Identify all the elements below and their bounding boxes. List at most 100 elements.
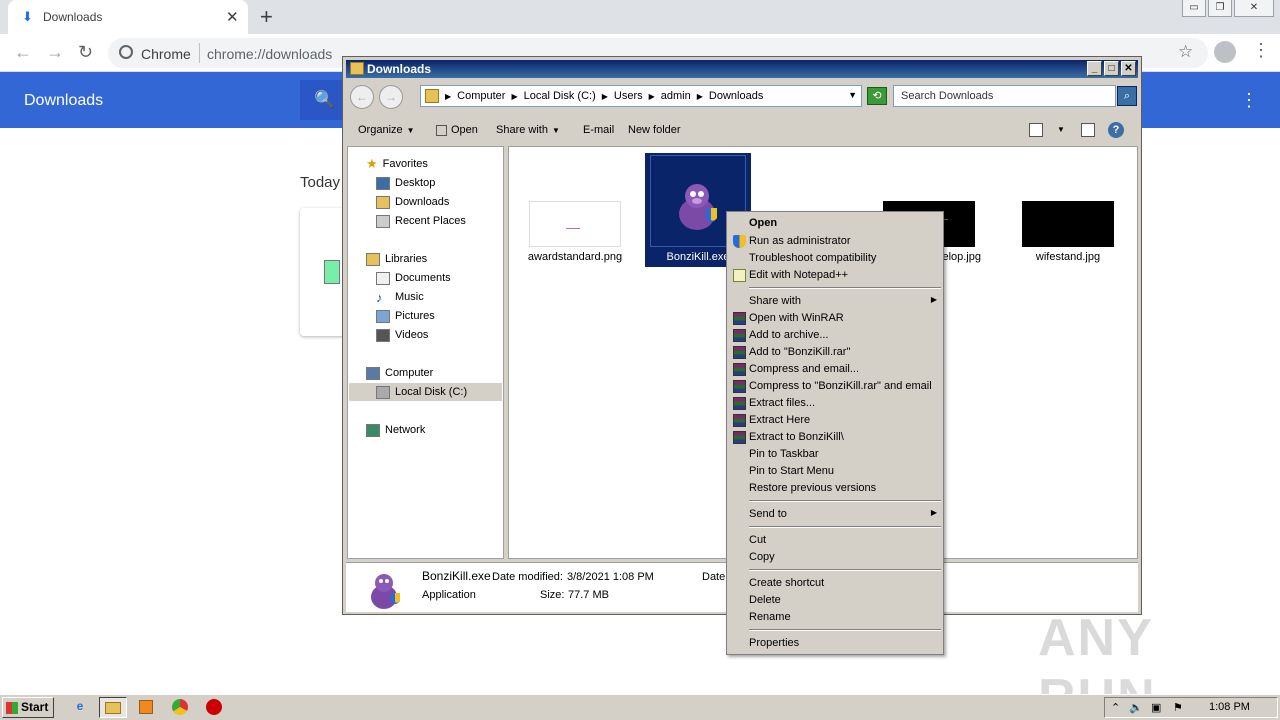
refresh-icon[interactable]: ⟲ — [867, 87, 887, 105]
file-item[interactable]: wifestand.jpg — [1014, 201, 1122, 263]
change-view-icon[interactable] — [1029, 123, 1043, 137]
menu-item-send-to[interactable]: Send to ▶ — [727, 506, 943, 523]
chevron-right-icon[interactable]: ▶ — [511, 90, 517, 103]
breadcrumb-local-disk[interactable]: Local Disk (C:) — [524, 90, 596, 103]
taskbar-explorer-icon[interactable] — [99, 697, 127, 718]
close-tab-icon[interactable]: ✕ — [226, 8, 239, 26]
menu-item-cut[interactable]: Cut — [727, 532, 943, 549]
menu-label: Rename — [749, 611, 791, 623]
chevron-right-icon[interactable]: ▶ — [649, 90, 655, 103]
breadcrumb-users[interactable]: Users — [614, 90, 643, 103]
nav-local-disk[interactable]: Local Disk (C:) — [349, 383, 502, 401]
nav-music[interactable]: ♪ Music — [376, 288, 424, 306]
forward-button[interactable]: → — [379, 85, 403, 109]
chrome-menu-icon[interactable]: ⋮ — [1252, 40, 1270, 61]
address-bar[interactable]: ▶ Computer ▶ Local Disk (C:) ▶ Users ▶ a… — [420, 85, 862, 107]
nav-desktop[interactable]: Desktop — [376, 174, 435, 192]
menu-item-share-with[interactable]: Share with ▶ — [727, 293, 943, 310]
nav-recent-places[interactable]: Recent Places — [376, 212, 466, 230]
menu-item-open[interactable]: Open — [727, 215, 943, 232]
taskbar-ie-icon[interactable]: e — [66, 697, 94, 718]
menu-label: Troubleshoot compatibility — [749, 252, 877, 264]
chevron-down-icon[interactable]: ▼ — [848, 90, 857, 100]
menu-item-extract-here[interactable]: Extract Here — [727, 412, 943, 429]
menu-item-create-shortcut[interactable]: Create shortcut — [727, 575, 943, 592]
nav-pictures[interactable]: Pictures — [376, 307, 435, 325]
reload-button[interactable]: ↻ — [78, 42, 93, 63]
restore-button[interactable]: ❐ — [1208, 0, 1232, 17]
menu-item-delete[interactable]: Delete — [727, 592, 943, 609]
new-folder-button[interactable]: New folder — [628, 124, 681, 136]
open-label: Open — [451, 124, 478, 136]
chevron-right-icon[interactable]: ▶ — [445, 90, 451, 103]
menu-item-compress-rar-email[interactable]: Compress to "BonziKill.rar" and email — [727, 378, 943, 395]
menu-item-restore-versions[interactable]: Restore previous versions — [727, 480, 943, 497]
show-hidden-icons-icon[interactable]: ⌃ — [1111, 701, 1120, 714]
nav-network[interactable]: Network — [366, 421, 425, 439]
back-button[interactable]: ← — [350, 85, 374, 109]
open-button[interactable]: Open — [436, 124, 478, 136]
back-button[interactable]: ← — [14, 42, 32, 63]
section-heading-today: Today — [300, 174, 341, 191]
menu-item-copy[interactable]: Copy — [727, 549, 943, 566]
network-icon[interactable]: ▣ — [1151, 701, 1161, 714]
menu-item-rename[interactable]: Rename — [727, 609, 943, 626]
menu-item-troubleshoot[interactable]: Troubleshoot compatibility — [727, 250, 943, 267]
menu-label: Extract Here — [749, 414, 811, 426]
preview-pane-icon[interactable] — [1081, 123, 1095, 137]
search-icon[interactable]: ⌕ — [1117, 86, 1137, 106]
menu-item-pin-start[interactable]: Pin to Start Menu — [727, 463, 943, 480]
taskbar-chrome-icon[interactable] — [166, 697, 194, 718]
profile-avatar[interactable] — [1214, 41, 1236, 63]
menu-item-open-winrar[interactable]: Open with WinRAR — [727, 310, 943, 327]
nav-downloads[interactable]: Downloads — [376, 193, 449, 211]
menu-item-edit-notepad[interactable]: Edit with Notepad++ — [727, 267, 943, 284]
download-card[interactable] — [300, 208, 346, 336]
explorer-minimize-button[interactable]: _ — [1087, 61, 1102, 76]
nav-label: Music — [395, 291, 424, 303]
breadcrumb-admin[interactable]: admin — [661, 90, 691, 103]
new-tab-button[interactable]: + — [260, 4, 273, 30]
downloads-search-button[interactable]: 🔍 — [300, 80, 344, 120]
email-button[interactable]: E-mail — [583, 124, 614, 136]
breadcrumb-computer[interactable]: Computer — [457, 90, 505, 103]
explorer-titlebar[interactable]: Downloads _ □ ✕ — [346, 60, 1138, 78]
nav-videos[interactable]: Videos — [376, 326, 428, 344]
view-options-dropdown[interactable]: ▼ — [1057, 125, 1065, 134]
help-icon[interactable]: ? — [1108, 122, 1124, 138]
menu-item-run-as-admin[interactable]: Run as administrator — [727, 233, 943, 250]
bookmark-star-icon[interactable]: ☆ — [1178, 42, 1193, 62]
file-item[interactable]: awardstandard.png — [521, 201, 629, 263]
nav-libraries[interactable]: Libraries — [366, 250, 427, 268]
explorer-maximize-button[interactable]: □ — [1104, 61, 1119, 76]
menu-item-extract-files[interactable]: Extract files... — [727, 395, 943, 412]
menu-item-add-archive[interactable]: Add to archive... — [727, 327, 943, 344]
nav-favorites[interactable]: ★ Favorites — [366, 155, 428, 173]
omnibox-url[interactable]: chrome://downloads — [207, 46, 332, 62]
organize-button[interactable]: Organize ▼ — [358, 124, 415, 136]
menu-item-compress-email[interactable]: Compress and email... — [727, 361, 943, 378]
taskbar-stop-icon[interactable] — [200, 697, 228, 718]
action-center-flag-icon[interactable]: ⚑ — [1173, 701, 1183, 714]
chevron-right-icon[interactable]: ▶ — [697, 90, 703, 103]
nav-documents[interactable]: Documents — [376, 269, 451, 287]
forward-button[interactable]: → — [46, 42, 64, 63]
share-with-button[interactable]: Share with ▼ — [496, 124, 560, 136]
explorer-close-button[interactable]: ✕ — [1121, 61, 1136, 76]
chevron-right-icon[interactable]: ▶ — [602, 90, 608, 103]
menu-item-add-rar[interactable]: Add to "BonziKill.rar" — [727, 344, 943, 361]
clock[interactable]: 1:08 PM — [1209, 701, 1250, 713]
menu-item-extract-to[interactable]: Extract to BonziKill\ — [727, 429, 943, 446]
breadcrumb-downloads[interactable]: Downloads — [709, 90, 763, 103]
volume-icon[interactable]: 🔈 — [1129, 701, 1143, 714]
menu-item-properties[interactable]: Properties — [727, 635, 943, 652]
more-options-icon[interactable]: ⋮ — [1240, 90, 1258, 111]
menu-item-pin-taskbar[interactable]: Pin to Taskbar — [727, 446, 943, 463]
search-input[interactable]: Search Downloads — [893, 85, 1116, 107]
taskbar-media-player-icon[interactable] — [132, 697, 160, 718]
minimize-button[interactable]: ▭ — [1182, 0, 1206, 17]
close-window-button[interactable]: ✕ — [1234, 0, 1274, 17]
start-button[interactable]: Start — [2, 697, 54, 718]
nav-computer[interactable]: Computer — [366, 364, 433, 382]
tab-downloads[interactable]: ⬇ Downloads ✕ — [8, 0, 248, 34]
